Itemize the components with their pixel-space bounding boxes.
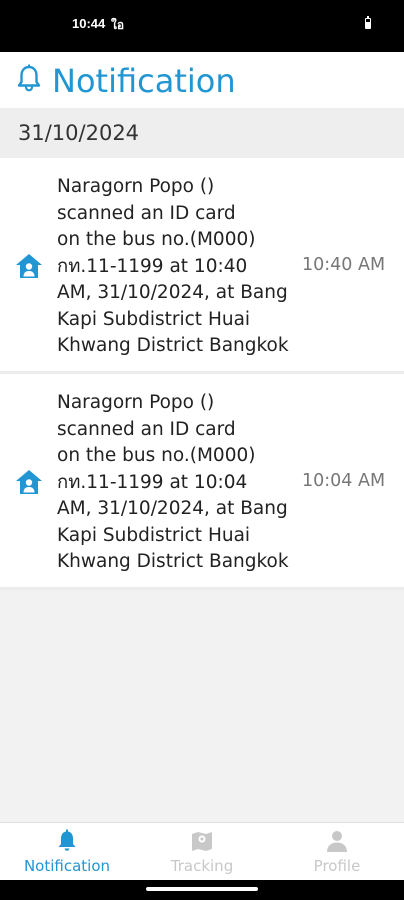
status-bar: 10:44 ใอ	[0, 0, 404, 52]
notification-message: Naragorn Popo () scanned an ID card on t…	[57, 176, 289, 356]
home-person-icon	[16, 470, 42, 494]
notification-list: Naragorn Popo () scanned an ID card on t…	[0, 158, 404, 590]
nav-label: Profile	[313, 857, 361, 875]
date-label: 31/10/2024	[18, 121, 140, 145]
status-time: 10:44	[72, 16, 106, 31]
nav-tab-tracking[interactable]: Tracking	[135, 823, 269, 881]
battery-icon	[365, 16, 371, 29]
notification-time: 10:40 AM	[302, 255, 386, 275]
status-app-icon: ใอ	[111, 18, 125, 32]
nav-label: Tracking	[170, 857, 234, 875]
notification-item[interactable]: Naragorn Popo () scanned an ID card on t…	[0, 374, 404, 590]
notification-time: 10:04 AM	[302, 471, 386, 491]
gesture-handle[interactable]	[146, 887, 258, 891]
app-header: Notification	[0, 52, 404, 108]
date-section-header: 31/10/2024	[0, 108, 404, 158]
nav-tab-notification[interactable]: Notification	[0, 823, 134, 881]
system-gesture-bar	[0, 880, 404, 900]
bell-icon	[58, 829, 76, 851]
person-icon	[327, 831, 347, 852]
bell-icon	[17, 64, 41, 92]
notification-message: Naragorn Popo () scanned an ID card on t…	[57, 392, 289, 572]
map-icon	[192, 832, 212, 851]
bottom-navigation: Notification Tracking Profile	[0, 822, 404, 881]
nav-label: Notification	[23, 857, 111, 875]
page-title: Notification	[52, 62, 236, 100]
notification-item[interactable]: Naragorn Popo () scanned an ID card on t…	[0, 158, 404, 374]
home-person-icon	[16, 254, 42, 278]
nav-tab-profile[interactable]: Profile	[270, 823, 404, 881]
